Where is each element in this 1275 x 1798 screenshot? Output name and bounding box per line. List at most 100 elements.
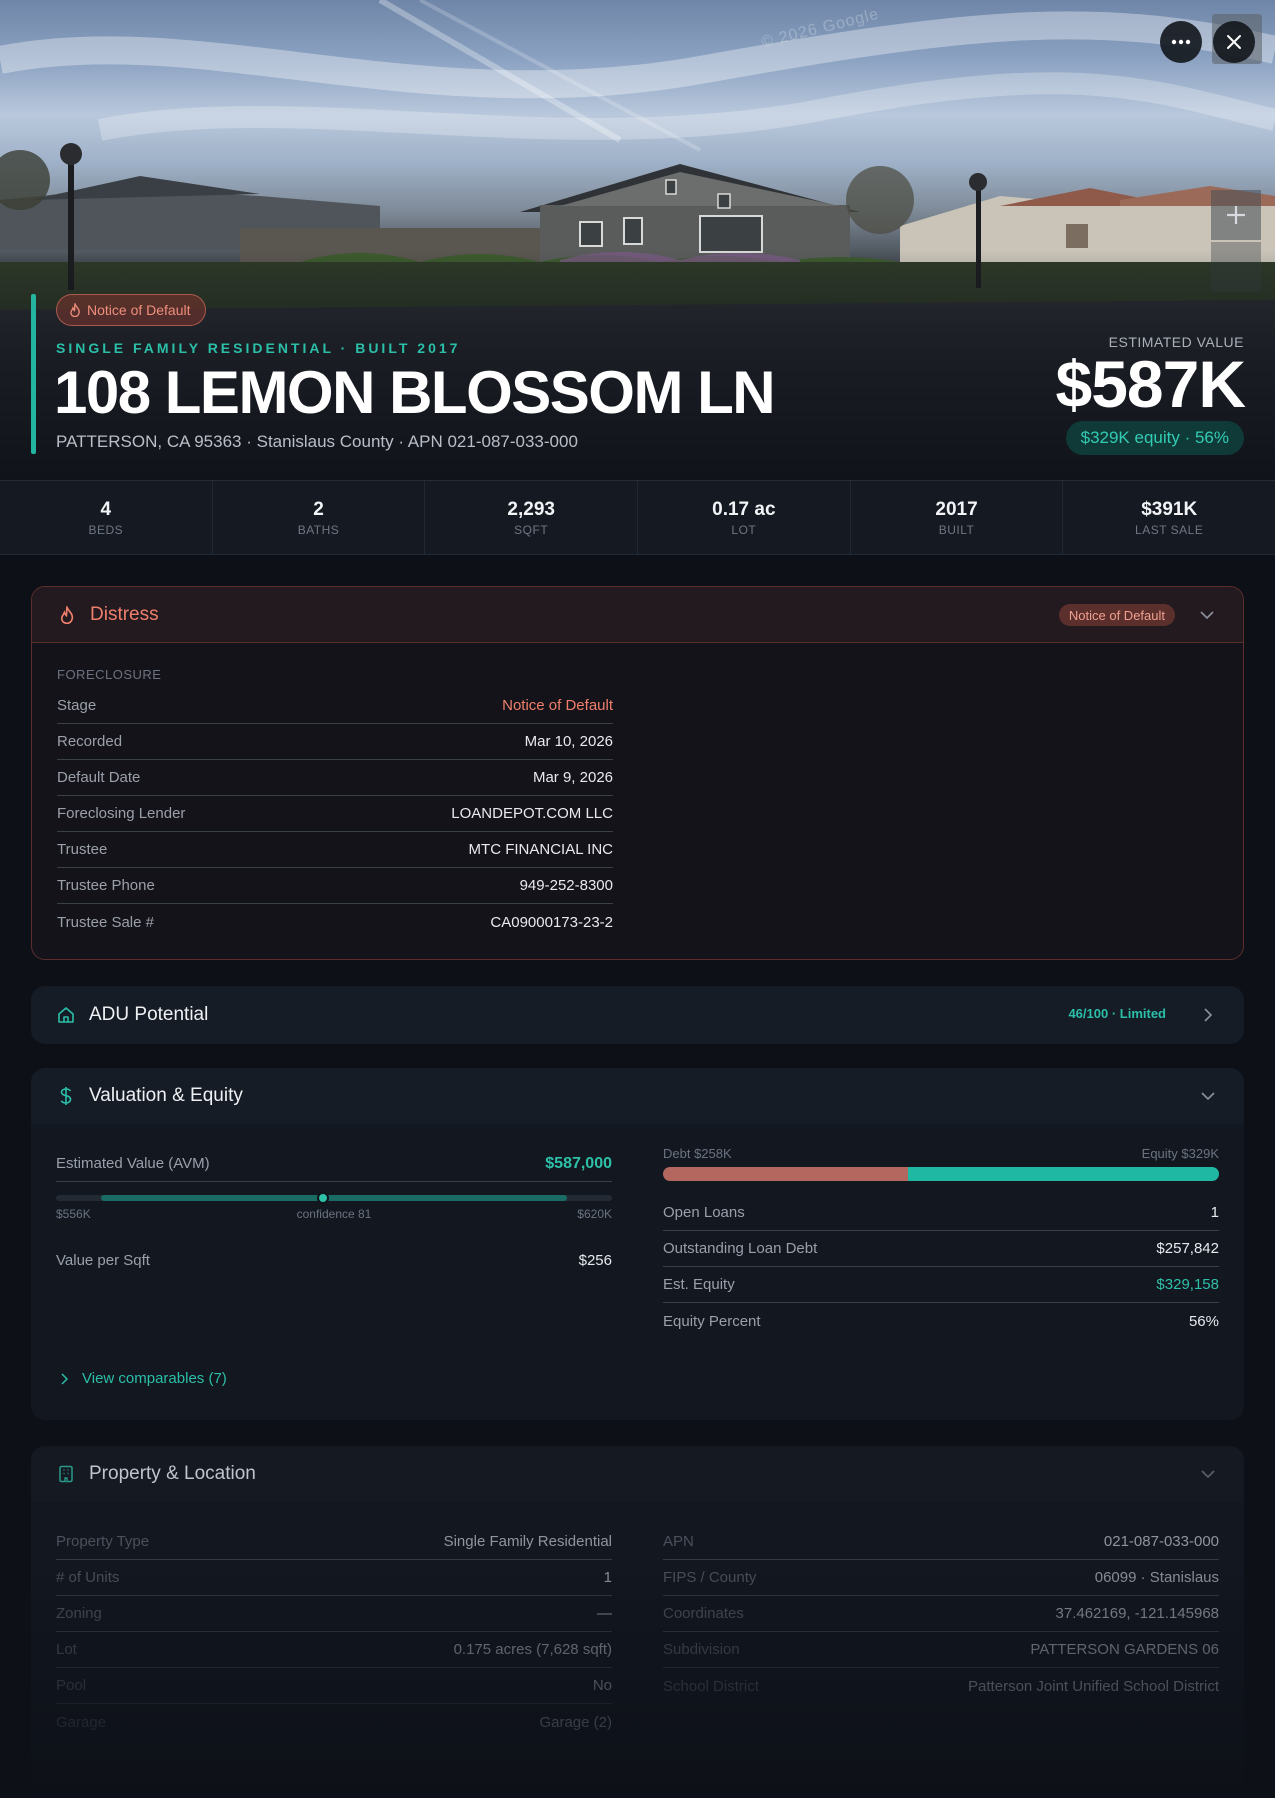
kv-row: Pool No <box>56 1668 612 1704</box>
equity-segment <box>907 1167 1219 1181</box>
adu-card-header[interactable]: ADU Potential 46/100 · Limited <box>31 986 1244 1044</box>
kv-key: Subdivision <box>663 1641 740 1658</box>
kv-row: Lot 0.175 acres (7,628 sqft) <box>56 1632 612 1668</box>
kv-value: $329,158 <box>1156 1276 1219 1293</box>
avm-value: $587,000 <box>545 1154 612 1172</box>
adu-score: 46/100 · Limited <box>1068 1006 1166 1021</box>
foreclosure-section: FORECLOSURE Stage Notice of Default Recor… <box>57 667 613 940</box>
avm-confidence: confidence 81 <box>296 1207 372 1221</box>
distress-status-badge: Notice of Default <box>1058 604 1175 626</box>
more-options-button[interactable] <box>1160 21 1202 63</box>
kv-key: School District <box>663 1677 759 1695</box>
per-sqft-value: $256 <box>578 1251 612 1269</box>
property-details-right: APN 021-087-033-000 FIPS / County 06099 · … <box>663 1524 1219 1704</box>
zoom-out-button[interactable] <box>1211 242 1261 292</box>
avm-range-high: $620K <box>577 1207 612 1221</box>
kv-value: 1 <box>603 1569 612 1586</box>
distress-card-header[interactable]: Distress Notice of Default <box>32 587 1243 643</box>
chevron-down-icon[interactable] <box>1198 1086 1218 1106</box>
adu-potential-card[interactable]: ADU Potential 46/100 · Limited <box>31 986 1244 1044</box>
avm-label: Estimated Value (AVM) <box>56 1155 210 1172</box>
kv-value: Mar 10, 2026 <box>524 733 613 750</box>
stat-last-sale: $391K LAST SALE <box>1063 481 1275 554</box>
kv-value: Notice of Default <box>502 697 613 714</box>
kv-value: 06099 · Stanislaus <box>1094 1569 1219 1586</box>
avm-estimate-marker <box>316 1192 329 1204</box>
debt-label: Debt $258K <box>663 1146 732 1161</box>
status-badge-label: Notice of Default <box>87 302 191 318</box>
equity-badge: $329K equity · 56% <box>1065 421 1244 455</box>
foreclosure-section-label: FORECLOSURE <box>57 667 162 682</box>
stat-label: SQFT <box>514 522 549 537</box>
kv-value: — <box>597 1605 612 1622</box>
kv-value: LOANDEPOT.COM LLC <box>451 805 613 822</box>
stat-value: 2 <box>313 498 324 520</box>
equity-label: Equity $329K <box>1141 1146 1219 1161</box>
kv-key: Est. Equity <box>663 1276 735 1293</box>
kv-key: FIPS / County <box>663 1569 757 1586</box>
kv-value: Garage (2) <box>539 1713 612 1731</box>
kv-value: 1 <box>1210 1204 1219 1221</box>
chevron-right-icon[interactable] <box>1198 1005 1218 1025</box>
kv-key: Default Date <box>57 769 141 786</box>
chevron-down-icon[interactable] <box>1197 605 1217 625</box>
kv-value: 0.175 acres (7,628 sqft) <box>453 1641 612 1658</box>
kv-key: Trustee Sale # <box>57 913 154 931</box>
kv-value: 56% <box>1188 1312 1219 1330</box>
valuation-card-header[interactable]: Valuation & Equity <box>31 1068 1244 1124</box>
kv-key: Lot <box>56 1641 77 1658</box>
kv-value: $257,842 <box>1156 1240 1219 1257</box>
stat-label: LAST SALE <box>1135 522 1204 537</box>
kv-key: Foreclosing Lender <box>57 805 186 822</box>
adu-card-title: ADU Potential <box>89 1004 209 1025</box>
kv-value: PATTERSON GARDENS 06 <box>1030 1641 1219 1658</box>
avm-row: Estimated Value (AVM) $587,000 <box>56 1146 612 1182</box>
kv-row: Subdivision PATTERSON GARDENS 06 <box>663 1632 1219 1668</box>
debt-equity-labels: Debt $258K Equity $329K <box>663 1146 1219 1161</box>
kv-key: Garage <box>56 1713 107 1731</box>
kv-row: Default Date Mar 9, 2026 <box>57 760 613 796</box>
property-location-card: Property & Location Property Type Single … <box>31 1446 1244 1798</box>
distress-card: Distress Notice of Default FORECLOSURE S… <box>31 586 1244 960</box>
chevron-right-icon <box>61 1372 68 1385</box>
property-card-header[interactable]: Property & Location <box>31 1446 1244 1502</box>
stat-label: BUILT <box>938 522 975 537</box>
foreclosure-table: Stage Notice of Default Recorded Mar 10, 2… <box>57 688 613 940</box>
kv-row: Garage Garage (2) <box>56 1704 612 1740</box>
dollar-icon <box>56 1086 76 1106</box>
kv-key: Open Loans <box>663 1204 745 1221</box>
stat-sqft: 2,293 SQFT <box>425 481 639 554</box>
valuation-card-title: Valuation & Equity <box>89 1085 243 1106</box>
kv-value: CA09000173-23-2 <box>490 913 613 931</box>
close-button[interactable] <box>1213 21 1255 63</box>
kv-row: Open Loans 1 <box>663 1195 1219 1231</box>
stat-label: BATHS <box>297 522 340 537</box>
debt-equity-section: Debt $258K Equity $329K Open Loans 1 Outs… <box>663 1146 1219 1339</box>
kv-row: FIPS / County 06099 · Stanislaus <box>663 1560 1219 1596</box>
debt-equity-bar <box>663 1167 1219 1181</box>
flame-icon <box>70 303 80 317</box>
kv-row: Zoning — <box>56 1596 612 1632</box>
property-subtitle: SINGLE FAMILY RESIDENTIAL · BUILT 2017 <box>56 340 461 356</box>
kv-value: 37.462169, -121.145968 <box>1055 1605 1219 1622</box>
stat-value: 2,293 <box>507 498 555 520</box>
kv-row: Foreclosing Lender LOANDEPOT.COM LLC <box>57 796 613 832</box>
view-comparables-label: View comparables (7) <box>82 1370 227 1387</box>
kv-row: Equity Percent 56% <box>663 1303 1219 1339</box>
kv-value: MTC FINANCIAL INC <box>468 841 613 858</box>
building-icon <box>56 1464 76 1484</box>
zoom-in-button[interactable] <box>1211 190 1261 240</box>
stat-lot: 0.17 ac LOT <box>638 481 851 554</box>
kv-key: Zoning <box>56 1605 102 1622</box>
kv-row: Trustee Phone 949-252-8300 <box>57 868 613 904</box>
kv-row: # of Units 1 <box>56 1560 612 1596</box>
chevron-down-icon[interactable] <box>1198 1464 1218 1484</box>
stat-built: 2017 BUILT <box>851 481 1064 554</box>
stat-label: LOT <box>731 522 757 537</box>
property-details-left: Property Type Single Family Residential #… <box>56 1524 612 1740</box>
kv-value: 949-252-8300 <box>519 877 613 894</box>
kv-value: Single Family Residential <box>443 1533 612 1550</box>
view-comparables-link[interactable]: View comparables (7) <box>61 1370 227 1387</box>
per-sqft-label: Value per Sqft <box>56 1251 150 1269</box>
kv-key: # of Units <box>56 1569 120 1586</box>
